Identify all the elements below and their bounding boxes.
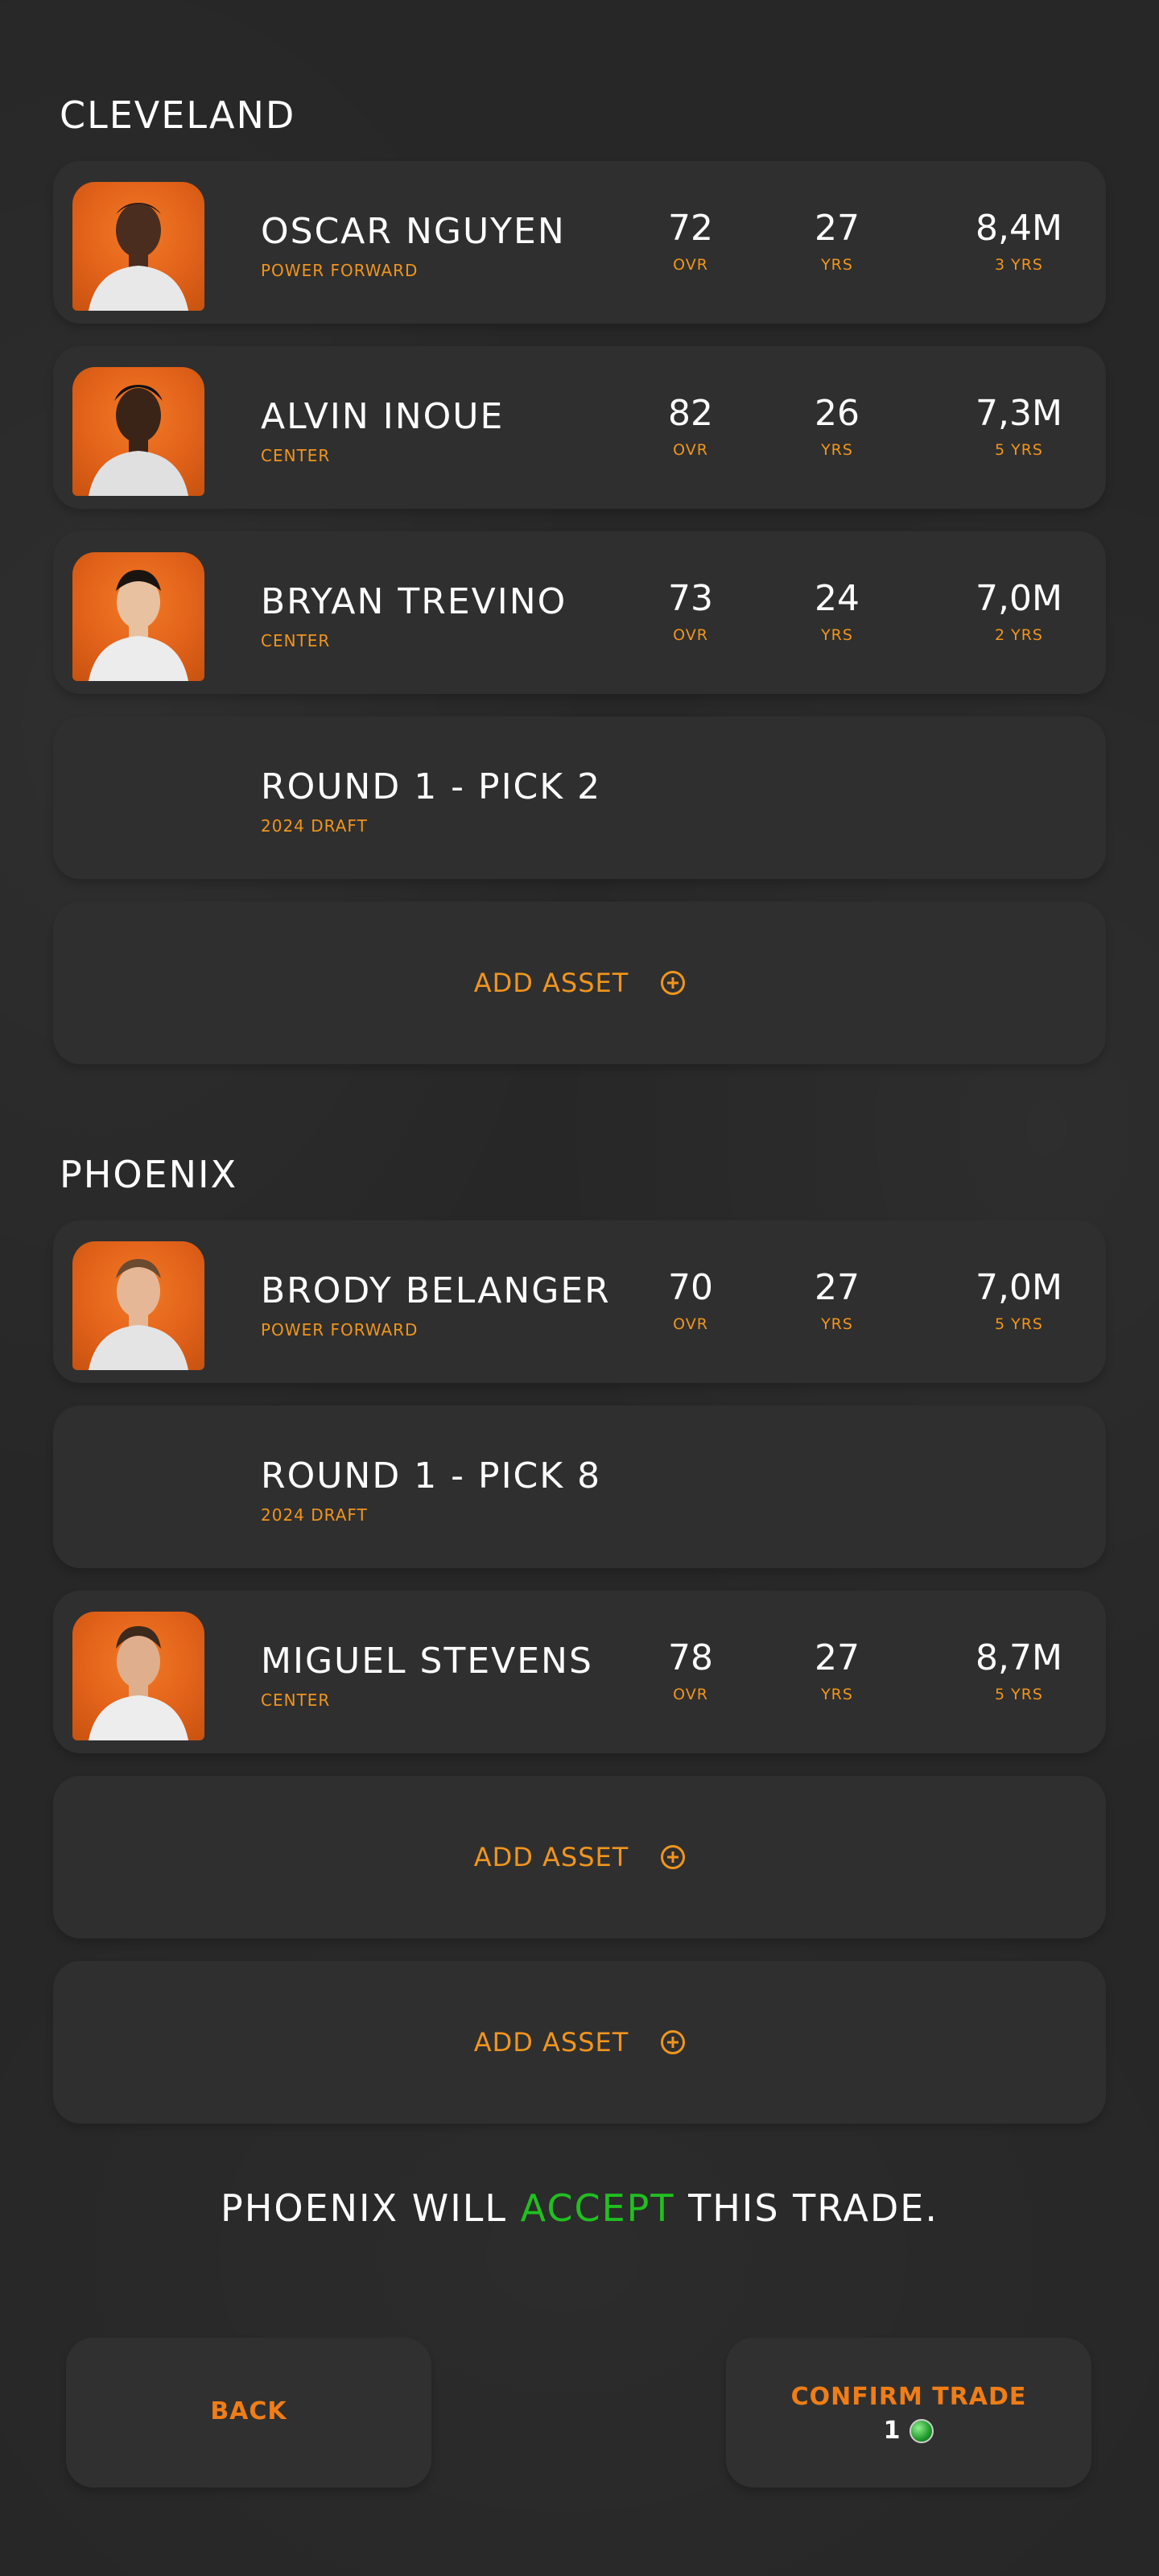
back-button-label: BACK (210, 2397, 287, 2425)
player-name: OSCAR NGUYEN (261, 211, 566, 252)
player-name: ALVIN INOUE (261, 396, 505, 437)
add-asset-button[interactable]: ADD ASSET (53, 1776, 1106, 1938)
draft-pick-card[interactable]: ROUND 1 - PICK 8 2024 DRAFT (53, 1406, 1106, 1568)
globe-coin-icon (909, 2418, 934, 2443)
player-position: POWER FORWARD (261, 261, 419, 280)
add-asset-label: ADD ASSET (473, 1842, 629, 1872)
add-asset-label: ADD ASSET (473, 968, 629, 998)
player-name: BRODY BELANGER (261, 1270, 611, 1311)
plus-circle-icon (661, 1845, 686, 1869)
add-asset-button[interactable]: ADD ASSET (53, 902, 1106, 1064)
stat-ovr: 82 OVR (668, 393, 713, 459)
stat-salary: 8,7M 5 YRS (975, 1637, 1062, 1703)
player-position: CENTER (261, 631, 331, 650)
stat-age: 26 YRS (815, 393, 860, 459)
verdict-prefix: PHOENIX WILL (221, 2186, 521, 2230)
stat-ovr: 72 OVR (668, 208, 713, 274)
stat-ovr: 70 OVR (668, 1267, 713, 1333)
confirm-trade-button[interactable]: CONFIRM TRADE 1 (726, 2338, 1091, 2487)
team-title-cleveland: CLEVELAND (60, 93, 296, 137)
team-title-phoenix: PHOENIX (60, 1153, 238, 1196)
stat-ovr: 73 OVR (668, 578, 713, 644)
stat-salary: 7,0M 5 YRS (975, 1267, 1062, 1333)
stat-age: 24 YRS (815, 578, 860, 644)
player-name: BRYAN TREVINO (261, 581, 567, 622)
draft-pick-name: ROUND 1 - PICK 2 (261, 766, 602, 807)
trade-verdict: PHOENIX WILL ACCEPT THIS TRADE. (0, 2186, 1159, 2230)
stat-salary: 7,3M 5 YRS (975, 393, 1062, 459)
stat-age: 27 YRS (815, 1637, 860, 1703)
plus-circle-icon (661, 971, 686, 995)
player-avatar (72, 1241, 204, 1370)
draft-pick-name: ROUND 1 - PICK 8 (261, 1455, 602, 1496)
draft-pick-card[interactable]: ROUND 1 - PICK 2 2024 DRAFT (53, 716, 1106, 879)
player-card-miguel-stevens[interactable]: MIGUEL STEVENS CENTER 78 OVR 27 YRS 8,7M 5 … (53, 1591, 1106, 1753)
player-card-oscar-nguyen[interactable]: OSCAR NGUYEN POWER FORWARD 72 OVR 27 YRS 8… (53, 161, 1106, 324)
plus-circle-icon (661, 2030, 686, 2054)
draft-pick-year: 2024 DRAFT (261, 1505, 368, 1525)
add-asset-label: ADD ASSET (473, 2027, 629, 2058)
back-button[interactable]: BACK (66, 2338, 431, 2487)
verdict-suffix: THIS TRADE. (674, 2186, 938, 2230)
stat-age: 27 YRS (815, 208, 860, 274)
stat-ovr: 78 OVR (668, 1637, 713, 1703)
player-avatar (72, 1612, 204, 1740)
player-position: CENTER (261, 1690, 331, 1710)
player-avatar (72, 367, 204, 496)
verdict-keyword: ACCEPT (520, 2186, 675, 2230)
stat-salary: 8,4M 3 YRS (975, 208, 1062, 274)
stat-age: 27 YRS (815, 1267, 860, 1333)
player-card-alvin-inoue[interactable]: ALVIN INOUE CENTER 82 OVR 26 YRS 7,3M 5 YRS (53, 346, 1106, 509)
player-card-brody-belanger[interactable]: BRODY BELANGER POWER FORWARD 70 OVR 27 YRS… (53, 1220, 1106, 1383)
player-card-bryan-trevino[interactable]: BRYAN TREVINO CENTER 73 OVR 24 YRS 7,0M 2 Y… (53, 531, 1106, 694)
confirm-trade-cost: 1 (726, 2417, 1091, 2445)
add-asset-button[interactable]: ADD ASSET (53, 1961, 1106, 2124)
stat-salary: 7,0M 2 YRS (975, 578, 1062, 644)
player-position: POWER FORWARD (261, 1320, 419, 1340)
confirm-trade-label: CONFIRM TRADE (790, 2383, 1027, 2411)
player-avatar (72, 552, 204, 681)
player-name: MIGUEL STEVENS (261, 1641, 593, 1682)
cost-amount: 1 (883, 2417, 901, 2445)
player-avatar (72, 182, 204, 311)
draft-pick-year: 2024 DRAFT (261, 816, 368, 836)
player-position: CENTER (261, 446, 331, 465)
